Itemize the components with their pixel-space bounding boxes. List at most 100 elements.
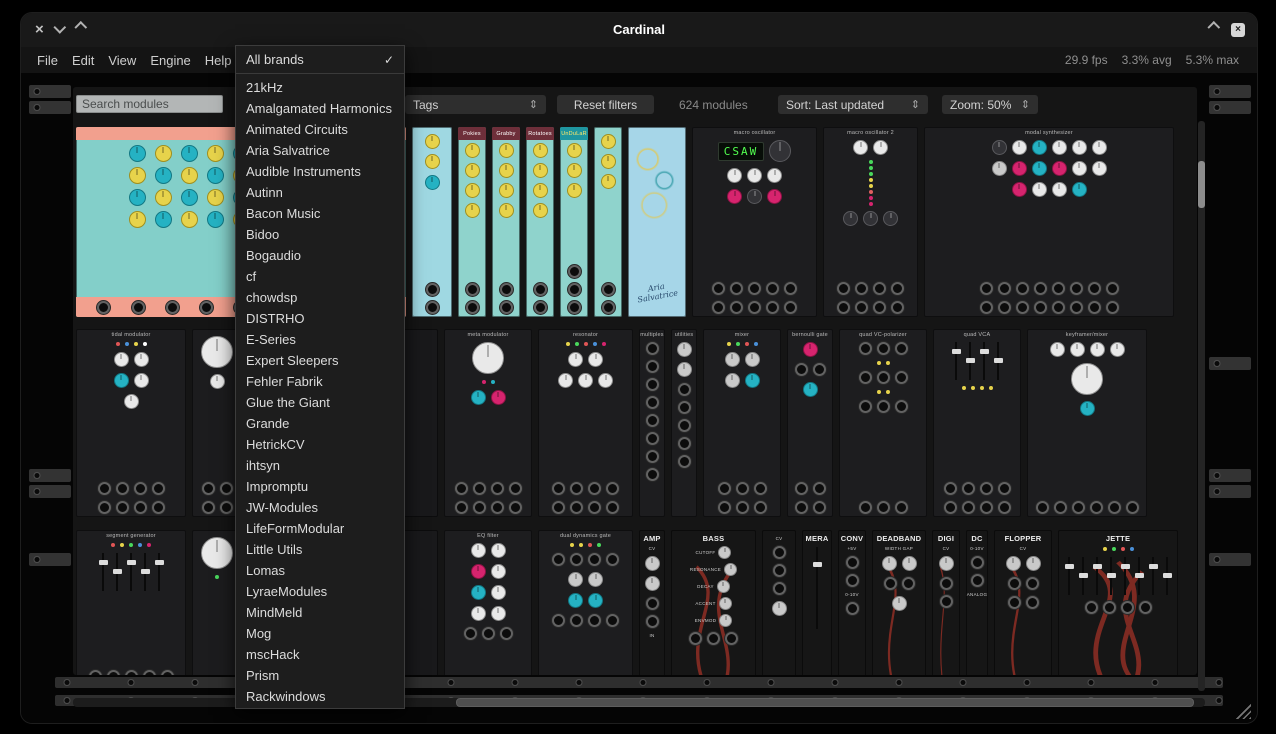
module-card[interactable]: CONV+5V0-10V <box>838 530 866 675</box>
brand-menu-item[interactable]: Grande <box>236 413 404 434</box>
module-card[interactable]: DIGICV <box>932 530 960 675</box>
brand-menu-item[interactable]: Mog <box>236 623 404 644</box>
module-card[interactable]: dual dynamics gate <box>538 530 633 675</box>
slider-handle[interactable] <box>1079 573 1088 578</box>
brand-menu-item[interactable]: Lomas <box>236 560 404 581</box>
module-card[interactable] <box>594 127 622 317</box>
brand-menu-item[interactable]: Aria Salvatrice <box>236 140 404 161</box>
vertical-scrollbar[interactable] <box>1198 121 1205 691</box>
module-card[interactable]: tidal modulator <box>76 329 186 517</box>
brand-menu-item[interactable]: MindMeld <box>236 602 404 623</box>
vertical-scrollbar-thumb[interactable] <box>1198 161 1205 208</box>
slider-handle[interactable] <box>99 560 108 565</box>
module-card[interactable]: quad VCA <box>933 329 1021 517</box>
tags-dropdown[interactable]: Tags ⇕ <box>405 95 546 114</box>
pin-icon[interactable] <box>1210 21 1219 39</box>
brand-menu-item[interactable]: Autinn <box>236 182 404 203</box>
brand-menu-item[interactable]: All brands✓ <box>236 49 404 70</box>
module-card[interactable]: meta modulator <box>444 329 532 517</box>
slider-handle[interactable] <box>127 560 136 565</box>
sort-dropdown[interactable]: Sort: Last updated ⇕ <box>778 95 928 114</box>
module-card[interactable]: macro oscillator 2 <box>823 127 918 317</box>
brand-menu-item[interactable]: Bacon Music <box>236 203 404 224</box>
module-card[interactable]: keyframer/mixer <box>1027 329 1147 517</box>
brand-menu-item[interactable]: Bogaudio <box>236 245 404 266</box>
module-card[interactable]: quad VC-polarizer <box>839 329 927 517</box>
slider-handle[interactable] <box>980 349 989 354</box>
brand-menu-item[interactable]: Animated Circuits <box>236 119 404 140</box>
slider-handle[interactable] <box>813 562 822 567</box>
module-card[interactable]: Grabby <box>492 127 520 317</box>
module-card[interactable]: modal synthesizer <box>924 127 1174 317</box>
module-card[interactable]: MERA <box>802 530 832 675</box>
module-card[interactable]: DEADBANDWIDTH GAP <box>872 530 926 675</box>
slider <box>1163 557 1172 595</box>
brand-menu-item[interactable]: HetrickCV <box>236 434 404 455</box>
brand-menu-item[interactable]: Little Utils <box>236 539 404 560</box>
module-card[interactable]: resonator <box>538 329 633 517</box>
brand-menu-item[interactable]: chowdsp <box>236 287 404 308</box>
slider-row <box>1065 557 1172 595</box>
menu-edit[interactable]: Edit <box>72 53 94 68</box>
slider-handle[interactable] <box>113 569 122 574</box>
reset-filters-button[interactable]: Reset filters <box>557 95 654 114</box>
slider-handle[interactable] <box>994 358 1003 363</box>
brand-menu-item[interactable]: Impromptu <box>236 476 404 497</box>
zoom-dropdown[interactable]: Zoom: 50% ⇕ <box>942 95 1038 114</box>
slider-handle[interactable] <box>1107 573 1116 578</box>
search-input[interactable] <box>76 95 223 113</box>
module-card[interactable]: utilities <box>671 329 697 517</box>
brand-menu-item[interactable]: cf <box>236 266 404 287</box>
slider-handle[interactable] <box>1093 564 1102 569</box>
brand-menu-item[interactable]: Bidoo <box>236 224 404 245</box>
module-card[interactable] <box>412 127 452 317</box>
slider-handle[interactable] <box>1149 564 1158 569</box>
module-card[interactable]: Pokies <box>458 127 486 317</box>
brand-menu-item[interactable]: JW-Modules <box>236 497 404 518</box>
slider-handle[interactable] <box>966 358 975 363</box>
module-card[interactable]: mixer <box>703 329 781 517</box>
module-card[interactable]: multiples <box>639 329 665 517</box>
menu-view[interactable]: View <box>108 53 136 68</box>
jack-row <box>795 363 826 376</box>
module-card[interactable]: BASSCUTOFFRESONANCEDECAYACCENTENVMOD <box>671 530 756 675</box>
brand-menu-item[interactable]: DISTRHO <box>236 308 404 329</box>
module-card[interactable]: JETTE <box>1058 530 1178 675</box>
brand-menu-item[interactable]: Glue the Giant <box>236 392 404 413</box>
module-card[interactable]: FLOPPERCV <box>994 530 1052 675</box>
module-card[interactable]: DC0-10VANALOG <box>966 530 988 675</box>
brand-menu-item[interactable]: Fehler Fabrik <box>236 371 404 392</box>
module-card[interactable]: Aria Salvatrice <box>628 127 686 317</box>
brand-menu-item[interactable]: LifeFormModular <box>236 518 404 539</box>
brand-menu-item[interactable]: Audible Instruments <box>236 161 404 182</box>
module-card[interactable]: segment generator <box>76 530 186 675</box>
slider-handle[interactable] <box>1163 573 1172 578</box>
brand-menu-item[interactable]: ihtsyn <box>236 455 404 476</box>
module-card[interactable]: Rotatoes <box>526 127 554 317</box>
slider-handle[interactable] <box>1121 564 1130 569</box>
host-close-icon[interactable]: × <box>1231 23 1245 37</box>
brand-menu-item[interactable]: LyraeModules <box>236 581 404 602</box>
slider-handle[interactable] <box>1135 573 1144 578</box>
horizontal-scrollbar-thumb[interactable] <box>456 698 1194 707</box>
brand-menu-item[interactable]: mscHack <box>236 644 404 665</box>
brand-menu-item[interactable]: Prism <box>236 665 404 686</box>
module-card[interactable]: macro oscillatorCSAW <box>692 127 817 317</box>
slider-handle[interactable] <box>155 560 164 565</box>
module-card[interactable]: UnDuLaR <box>560 127 588 317</box>
menu-file[interactable]: File <box>37 53 58 68</box>
module-card[interactable]: EQ filter <box>444 530 532 675</box>
module-card[interactable]: bernoulli gate <box>787 329 833 517</box>
module-card[interactable]: CV <box>762 530 796 675</box>
slider-handle[interactable] <box>141 569 150 574</box>
menu-help[interactable]: Help <box>205 53 232 68</box>
brand-menu-item[interactable]: Expert Sleepers <box>236 350 404 371</box>
brand-menu-item[interactable]: Amalgamated Harmonics <box>236 98 404 119</box>
menu-engine[interactable]: Engine <box>150 53 190 68</box>
slider-handle[interactable] <box>1065 564 1074 569</box>
brand-menu-item[interactable]: 21kHz <box>236 77 404 98</box>
slider-handle[interactable] <box>952 349 961 354</box>
module-card[interactable]: AMPCVIN <box>639 530 665 675</box>
brand-menu-item[interactable]: E-Series <box>236 329 404 350</box>
brand-menu-item[interactable]: Rackwindows <box>236 686 404 707</box>
